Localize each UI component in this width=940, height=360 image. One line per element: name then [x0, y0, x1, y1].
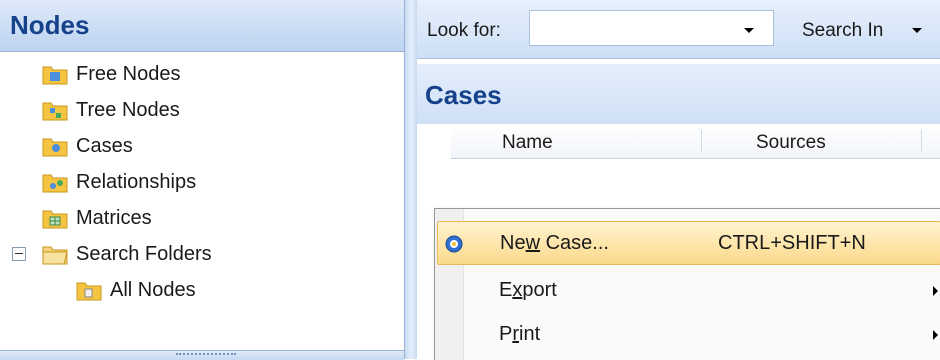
relationships-folder-icon [42, 171, 68, 193]
collapse-toggle-icon[interactable] [12, 247, 26, 261]
search-in-dropdown-icon[interactable] [912, 28, 922, 33]
list-view-title: Cases [425, 80, 502, 110]
menu-item-label: Export [499, 279, 557, 301]
menu-item-label: New Case... [500, 232, 609, 254]
context-menu: New Case... CTRL+SHIFT+N Export Print [434, 208, 940, 360]
column-divider[interactable] [921, 130, 922, 152]
tree-item-all-nodes[interactable]: All Nodes [76, 274, 196, 306]
cases-folder-icon [42, 135, 68, 157]
look-for-label: Look for: [427, 20, 501, 41]
menu-item-print[interactable]: Print [437, 313, 940, 357]
menu-item-new-case[interactable]: New Case... CTRL+SHIFT+N [437, 221, 940, 265]
tree-item-cases[interactable]: Cases [42, 130, 133, 162]
nodes-pane: Nodes Free Nodes Tree Nodes Cases Relati… [0, 0, 404, 360]
tree-item-label: Matrices [76, 206, 152, 229]
pane-splitter[interactable] [404, 0, 418, 359]
tree-item-label: All Nodes [110, 278, 196, 301]
menu-item-label: Print [499, 323, 541, 345]
column-divider[interactable] [701, 130, 702, 152]
tree-item-label: Cases [76, 134, 133, 157]
tree-item-search-folders[interactable]: Search Folders [42, 238, 212, 270]
free-nodes-folder-icon [42, 63, 68, 85]
tree-item-matrices[interactable]: Matrices [42, 202, 152, 234]
column-header-name[interactable]: Name [502, 132, 553, 154]
tree-item-label: Tree Nodes [76, 98, 180, 121]
look-for-input[interactable] [529, 10, 774, 46]
tree-item-tree-nodes[interactable]: Tree Nodes [42, 94, 180, 126]
column-header-sources[interactable]: Sources [756, 132, 826, 154]
tree-item-free-nodes[interactable]: Free Nodes [42, 58, 181, 90]
tree-item-label: Relationships [76, 170, 197, 193]
tree-item-relationships[interactable]: Relationships [42, 166, 196, 198]
tree-nodes-folder-icon [42, 99, 68, 121]
list-view-header: Cases [417, 64, 940, 124]
menu-item-export[interactable]: Export [437, 269, 940, 313]
find-bar: Look for: Search In [417, 0, 940, 59]
new-case-icon [444, 234, 464, 254]
column-header-row: Name Sources [451, 124, 940, 159]
tree-item-label: Free Nodes [76, 62, 181, 85]
all-nodes-folder-icon [76, 279, 102, 301]
tree-item-label: Search Folders [76, 242, 212, 265]
look-for-dropdown-icon[interactable] [744, 28, 754, 33]
submenu-arrow-icon [933, 330, 938, 340]
resize-grip-icon[interactable] [176, 353, 236, 358]
submenu-arrow-icon [933, 286, 938, 296]
menu-item-shortcut: CTRL+SHIFT+N [718, 232, 866, 254]
nodes-pane-title: Nodes [10, 10, 90, 40]
search-folders-icon [42, 243, 68, 265]
matrices-folder-icon [42, 207, 68, 229]
nodes-pane-header: Nodes [0, 0, 404, 52]
search-in-button[interactable]: Search In [802, 20, 883, 42]
